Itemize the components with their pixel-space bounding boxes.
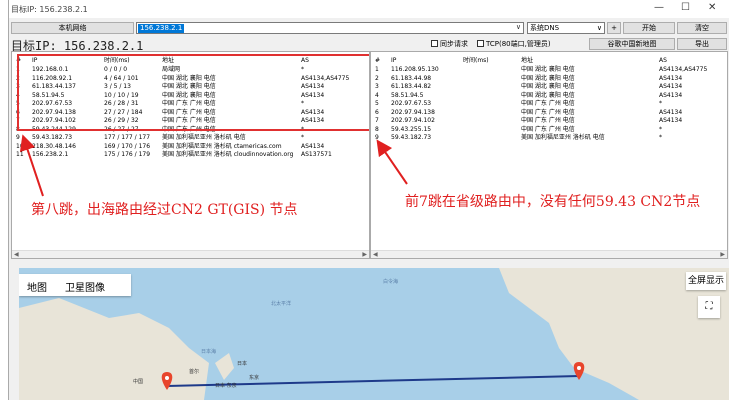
map-label-north-pacific: 北太平洋 [271, 301, 292, 307]
local-network-button[interactable]: 本机网络 [11, 22, 134, 34]
sync-request-checkbox[interactable]: 同步请求 [431, 39, 468, 49]
col-as-header: AS [659, 57, 667, 64]
col-ip-header: IP [391, 57, 397, 64]
map-label-japan-b: 日本 东京 [215, 383, 237, 389]
scroll-left-icon[interactable]: ◀ [373, 251, 378, 258]
cell-address: 美国 加利福尼亚州 洛杉矶 电信 [521, 134, 605, 141]
cell-time: 175 / 176 / 179 [104, 151, 151, 158]
target-ip-input[interactable]: 156.238.2.1 ∨ [136, 22, 524, 34]
close-icon[interactable]: ✕ [708, 2, 716, 13]
fullscreen-button[interactable]: 全屏显示 [686, 272, 726, 290]
cell-address: 美国 加利福尼亚州 洛杉矶 cloudinnovation.org [162, 151, 294, 158]
app-window: 目标IP: 156.238.2.1 — ☐ ✕ 本机网络 156.238.2.1… [8, 0, 729, 400]
scroll-right-icon[interactable]: ▶ [362, 251, 367, 258]
tab-map[interactable]: 地图 [27, 279, 47, 294]
dns-select[interactable]: 系统DNS ∨ [527, 22, 605, 34]
japan-landmass [215, 353, 234, 380]
title-bar: 目标IP: 156.238.2.1 — ☐ ✕ [9, 0, 729, 18]
destination-marker-icon[interactable] [573, 362, 585, 380]
tcp-mode-checkbox[interactable]: TCP(80端口,管理员) [477, 39, 551, 49]
cell-index: 9 [375, 134, 379, 141]
map-type-tabs: 地图 卫星图像 [19, 274, 131, 296]
map-label-japan: 日本 [237, 361, 248, 367]
horizontal-scrollbar[interactable]: ◀ ▶ [371, 250, 727, 258]
table-row[interactable]: 11 156.238.2.1 175 / 176 / 179 美国 加利福尼亚州 洛杉… [12, 150, 369, 159]
chevron-down-icon[interactable]: ∨ [597, 23, 602, 33]
map-label-seoul: 首尔 [189, 369, 200, 375]
map-label-sea-of-japan: 日本海 [201, 349, 217, 355]
cell-index: 11 [16, 151, 24, 158]
window-title: 目标IP: 156.238.2.1 [11, 5, 88, 14]
checkbox-box[interactable] [477, 40, 484, 47]
clear-button[interactable]: 清空 [677, 22, 727, 34]
map-label-china: 中国 [133, 379, 144, 385]
scroll-left-icon[interactable]: ◀ [14, 251, 19, 258]
table-row[interactable]: 9 59.43.182.73 美国 加利福尼亚州 洛杉矶 电信 * [371, 133, 727, 142]
map-source-button[interactable]: 谷歌中国新地图 [589, 38, 675, 50]
tcp-mode-label: TCP(80端口,管理员) [486, 40, 551, 48]
right-trace-table[interactable]: # IP 时间(ms) 地址 AS 1 116.208.95.130 中国 湖北 襄… [370, 51, 728, 259]
cell-ip: 156.238.2.1 [32, 151, 69, 158]
export-button[interactable]: 导出 [677, 38, 727, 50]
route-map[interactable]: 地图 卫星图像 全屏显示 ⛶ 中国 日本 东京 日本海 首尔 白令海 北太平洋 … [19, 268, 729, 400]
add-button[interactable]: + [607, 22, 621, 34]
left-trace-table[interactable]: # IP 时间(ms) 地址 AS 1 192.168.0.1 0 / 0 / 0局… [11, 51, 370, 259]
checkbox-box[interactable] [431, 40, 438, 47]
map-label-bering: 白令海 [383, 279, 399, 285]
tab-satellite[interactable]: 卫星图像 [65, 279, 105, 294]
table-header: # IP 时间(ms) 地址 AS [371, 56, 727, 65]
horizontal-scrollbar[interactable]: ◀ ▶ [12, 250, 369, 258]
maximize-icon[interactable]: ☐ [681, 2, 690, 13]
start-button[interactable]: 开始 [623, 22, 675, 34]
col-index-header: # [375, 57, 381, 64]
col-time-header: 时间(ms) [463, 57, 489, 64]
scroll-right-icon[interactable]: ▶ [720, 251, 725, 258]
cell-as: * [659, 134, 662, 141]
minimize-icon[interactable]: — [654, 2, 664, 13]
cell-ip: 59.43.182.73 [391, 134, 432, 141]
dns-select-value: 系统DNS [530, 24, 560, 32]
cell-as: AS137571 [301, 151, 332, 158]
left-annotation: 第八跳，出海路由经过CN2 GT(GIS) 节点 [31, 202, 298, 218]
highlight-box [17, 54, 369, 131]
sync-request-label: 同步请求 [440, 40, 468, 48]
col-address-header: 地址 [521, 57, 534, 64]
expand-icon[interactable]: ⛶ [698, 296, 720, 318]
right-annotation: 前7跳在省级路由中，没有任何59.43 CN2节点 [405, 194, 701, 210]
ip-input-value: 156.238.2.1 [138, 24, 185, 33]
chevron-down-icon[interactable]: ∨ [516, 23, 521, 31]
map-label-tokyo: 东京 [249, 375, 260, 381]
